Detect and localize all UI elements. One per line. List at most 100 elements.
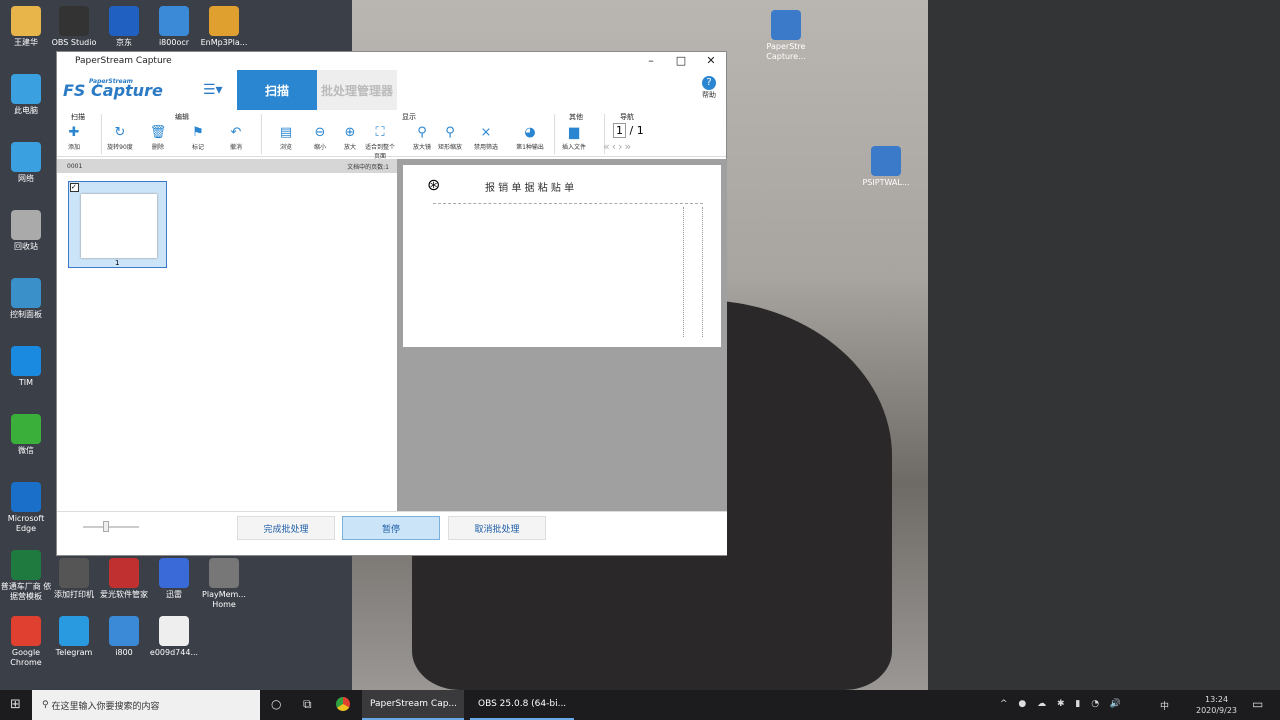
tab-scan[interactable]: 扫描 bbox=[237, 70, 317, 110]
output-icon: ◕ bbox=[524, 125, 536, 140]
help-icon: ? bbox=[702, 76, 716, 90]
desktop-icon[interactable]: i800 bbox=[96, 616, 152, 658]
desktop-icon[interactable]: 此电脑 bbox=[0, 74, 54, 116]
desktop-icon[interactable]: 添加打印机 bbox=[46, 558, 102, 600]
chrome-taskbar-icon[interactable] bbox=[336, 697, 350, 711]
app-icon bbox=[59, 616, 89, 646]
rect-zoom-icon: ⚲ bbox=[445, 125, 455, 140]
taskbar-app-paperstream[interactable]: PaperStream Cap... bbox=[362, 690, 464, 720]
zoom-in-button[interactable]: ⊕ 放大 bbox=[333, 124, 367, 151]
document-seal-icon: ⊛ bbox=[427, 175, 441, 194]
add-icon: ✚ bbox=[68, 125, 80, 140]
insert-file-button[interactable]: ▆ 插入文件 bbox=[557, 124, 591, 151]
page-total: / 1 bbox=[629, 124, 644, 137]
help-button[interactable]: ? 帮助 bbox=[702, 76, 716, 100]
desktop-icon[interactable]: 京东 bbox=[96, 6, 152, 48]
app-logo: PaperStream FS Capture bbox=[63, 78, 163, 100]
app-icon bbox=[11, 74, 41, 104]
desktop-icon[interactable]: 控制面板 bbox=[0, 278, 54, 320]
group-view-label: 显示 bbox=[402, 113, 416, 121]
disable-filter-icon: ⨯ bbox=[480, 125, 492, 140]
page-count: 文档中的页数:1 bbox=[347, 163, 389, 171]
mark-button[interactable]: ⚑ 标记 bbox=[181, 124, 215, 151]
desktop-icon[interactable]: e009d744... bbox=[146, 616, 202, 658]
taskbar: ⊞ ⚲ 在这里输入你要搜索的内容 ○ ⧉ PaperStream Cap... … bbox=[0, 690, 1280, 720]
thumbnail-number: 1 bbox=[115, 259, 120, 267]
desktop-wallpaper-right bbox=[928, 0, 1280, 690]
app-icon bbox=[11, 616, 41, 646]
system-tray-icons[interactable]: ^ ● ☁ ✱ ▮ ◔ 🔊 bbox=[1000, 699, 1125, 709]
close-button[interactable]: ✕ bbox=[696, 52, 726, 70]
app-icon bbox=[209, 558, 239, 588]
task-view-icon[interactable]: ⧉ bbox=[303, 697, 312, 712]
cortana-icon[interactable]: ○ bbox=[271, 697, 281, 711]
page-thumbnail[interactable]: ✓ 1 bbox=[68, 181, 167, 268]
zoom-in-icon: ⊕ bbox=[344, 125, 356, 140]
bottom-bar: 完成批处理 暂停 取消批处理 bbox=[57, 511, 727, 555]
output-button[interactable]: ◕ 第1种输出 bbox=[513, 124, 547, 151]
desktop-icon[interactable]: Telegram bbox=[46, 616, 102, 658]
desktop-icon[interactable]: 微信 bbox=[0, 414, 54, 456]
app-icon bbox=[209, 6, 239, 36]
maximize-button[interactable]: □ bbox=[666, 52, 696, 70]
notification-icon[interactable]: ▭ bbox=[1252, 697, 1263, 711]
app-icon bbox=[59, 6, 89, 36]
desktop-icon[interactable]: EnMp3Pla... bbox=[196, 6, 252, 48]
thumbnail-panel: 0001 文档中的页数:1 ✓ 1 bbox=[57, 159, 397, 511]
group-nav-label: 导航 bbox=[620, 113, 634, 121]
thumbnail-checkbox[interactable]: ✓ bbox=[70, 183, 79, 192]
page-nav-arrows[interactable]: «‹›» bbox=[603, 140, 633, 153]
rect-zoom-button[interactable]: ⚲ 矩形缩放 bbox=[433, 124, 467, 151]
ime-indicator[interactable]: 中 bbox=[1160, 699, 1169, 712]
pause-button[interactable]: 暂停 bbox=[342, 516, 440, 540]
browse-button[interactable]: ▤ 浏览 bbox=[269, 124, 303, 151]
window-title: PaperStream Capture bbox=[75, 56, 172, 66]
minimize-button[interactable]: – bbox=[636, 52, 666, 70]
clock[interactable]: 13:24 2020/9/23 bbox=[1196, 694, 1237, 716]
zoom-slider[interactable] bbox=[83, 521, 139, 532]
app-icon bbox=[59, 558, 89, 588]
desktop-icon[interactable]: PlayMem... Home bbox=[196, 558, 252, 610]
app-icon bbox=[871, 146, 901, 176]
app-icon bbox=[11, 414, 41, 444]
add-button[interactable]: ✚ 添加 bbox=[57, 124, 91, 151]
desktop-icon[interactable]: TIM bbox=[0, 346, 54, 388]
app-icon bbox=[159, 616, 189, 646]
document-preview: ⊛ 报 销 单 据 粘 贴 单 bbox=[403, 165, 721, 347]
delete-button[interactable]: 🗑 删除 bbox=[141, 124, 175, 151]
page-navigator: 1 / 1 bbox=[613, 123, 644, 138]
desktop-icon[interactable]: OBS Studio bbox=[46, 6, 102, 48]
taskbar-search[interactable]: ⚲ 在这里输入你要搜索的内容 bbox=[32, 690, 260, 720]
desktop-icon[interactable]: Microsoft Edge bbox=[0, 482, 54, 534]
rotate-button[interactable]: ↻ 旋转90度 bbox=[103, 124, 137, 151]
group-other-label: 其他 bbox=[569, 113, 583, 121]
cancel-batch-button[interactable]: 取消批处理 bbox=[448, 516, 546, 540]
fit-page-button[interactable]: ⛶ 适合到整个页面 bbox=[363, 124, 397, 160]
desktop-icon[interactable]: 回收站 bbox=[0, 210, 54, 252]
start-button[interactable]: ⊞ bbox=[10, 697, 21, 712]
menu-icon[interactable]: ☰▾ bbox=[203, 82, 223, 98]
desktop-icon[interactable]: 迅雷 bbox=[146, 558, 202, 600]
taskbar-app-obs[interactable]: OBS 25.0.8 (64-bi... bbox=[470, 690, 574, 720]
title-bar: PaperStream Capture – □ ✕ bbox=[57, 52, 726, 70]
preview-panel: ⊛ 报 销 单 据 粘 贴 单 bbox=[397, 159, 727, 511]
page-number-input[interactable]: 1 bbox=[613, 123, 626, 138]
undo-button[interactable]: ↶ 撤消 bbox=[219, 124, 253, 151]
desktop-icon[interactable]: 爱光软件管家 bbox=[96, 558, 152, 600]
finish-batch-button[interactable]: 完成批处理 bbox=[237, 516, 335, 540]
app-icon bbox=[159, 558, 189, 588]
delete-icon: 🗑 bbox=[149, 125, 167, 140]
app-icon bbox=[109, 558, 139, 588]
app-icon bbox=[109, 616, 139, 646]
zoom-out-button[interactable]: ⊖ 缩小 bbox=[303, 124, 337, 151]
app-icon bbox=[11, 278, 41, 308]
mark-icon: ⚑ bbox=[192, 125, 204, 140]
group-edit-label: 编辑 bbox=[175, 113, 189, 121]
disable-filter-button[interactable]: ⨯ 禁用筛选 bbox=[469, 124, 503, 151]
desktop-icon[interactable]: 网络 bbox=[0, 142, 54, 184]
desktop-icon[interactable]: PSIPTWAL... bbox=[858, 146, 914, 188]
desktop-icon[interactable]: i800ocr bbox=[146, 6, 202, 48]
desktop-icon[interactable]: PaperStre Capture... bbox=[758, 10, 814, 62]
zoom-out-icon: ⊖ bbox=[314, 125, 326, 140]
tab-batch-manager[interactable]: 批处理管理器 bbox=[317, 70, 397, 110]
